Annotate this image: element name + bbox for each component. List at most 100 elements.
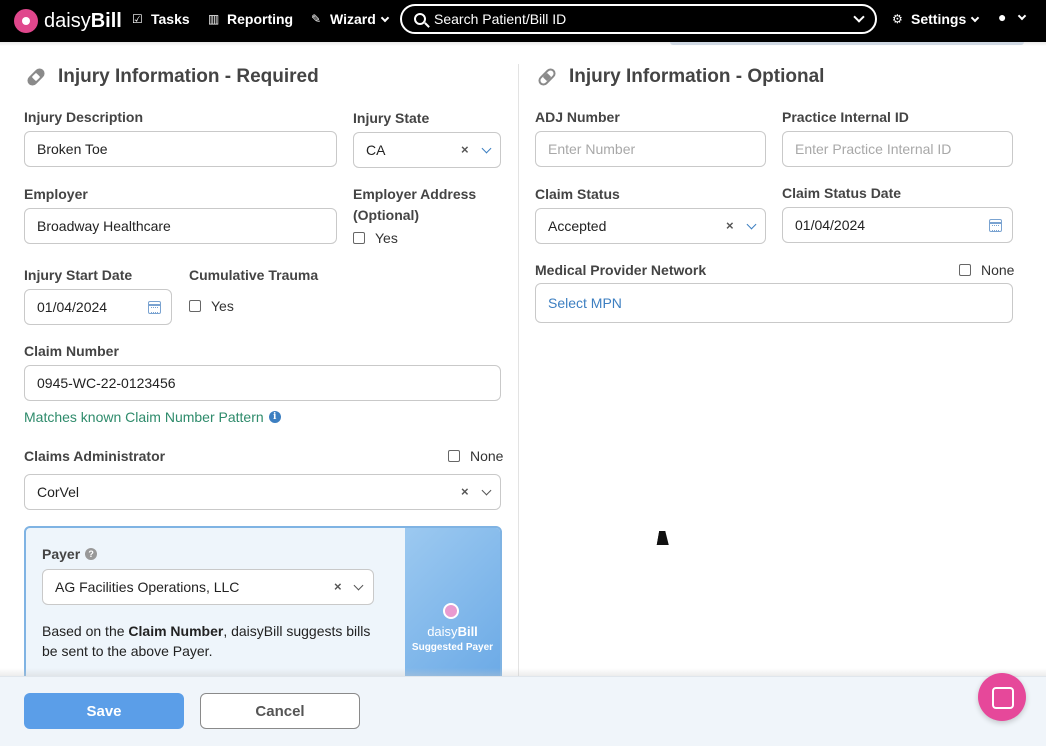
- injury-description-input[interactable]: Broken Toe: [24, 131, 337, 167]
- claim-number-label: Claim Number: [24, 343, 119, 359]
- footer-shadow: [0, 668, 1046, 676]
- mpn-none-checkbox[interactable]: None: [959, 262, 1014, 278]
- user-menu[interactable]: ●: [998, 9, 1027, 25]
- checkbox-box[interactable]: [959, 264, 971, 276]
- bar-chart-icon: ▥: [208, 11, 220, 26]
- mpn-none-label: None: [981, 262, 1015, 278]
- clear-icon[interactable]: ×: [726, 218, 734, 233]
- claims-administrator-select[interactable]: CorVel ×: [24, 474, 501, 510]
- user-circle-icon: ●: [998, 9, 1007, 25]
- adj-number-label: ADJ Number: [535, 109, 620, 125]
- checkbox-box[interactable]: [189, 300, 201, 312]
- practice-internal-id-placeholder: Enter Practice Internal ID: [795, 141, 952, 157]
- mpn-label: Medical Provider Network: [535, 262, 707, 278]
- chevron-down-icon: [970, 13, 980, 22]
- claims-admin-none-checkbox[interactable]: None: [448, 448, 503, 464]
- column-divider: [518, 64, 519, 676]
- claim-status-date-input[interactable]: 01/04/2024: [782, 207, 1013, 243]
- claim-status-select[interactable]: Accepted ×: [535, 208, 766, 244]
- claims-admin-none-label: None: [470, 448, 504, 464]
- logo-text-prefix: daisy: [44, 9, 91, 32]
- cumulative-trauma-label: Cumulative Trauma: [189, 267, 319, 283]
- info-icon[interactable]: i: [268, 411, 281, 423]
- chat-icon[interactable]: [978, 673, 1026, 721]
- injury-start-date-label: Injury Start Date: [24, 267, 133, 283]
- cancel-button[interactable]: Cancel: [200, 693, 360, 729]
- section-title-optional-text: Injury Information - Optional: [569, 66, 825, 87]
- employer-input[interactable]: Broadway Healthcare: [24, 208, 337, 244]
- injury-state-value: CA: [366, 142, 386, 158]
- payer-label-row: Payer ?: [42, 544, 98, 564]
- nav-wizard-label: Wizard: [330, 11, 376, 27]
- section-title-optional: Injury Information - Optional: [536, 66, 825, 88]
- search-input[interactable]: Search Patient/Bill ID: [400, 4, 877, 34]
- claim-number-input[interactable]: 0945-WC-22-0123456: [24, 365, 501, 401]
- daisy-flower-icon: [443, 603, 459, 619]
- nav-tasks[interactable]: ☑ Tasks: [132, 11, 190, 27]
- chevron-down-icon[interactable]: [481, 143, 492, 154]
- mpn-select[interactable]: Select MPN: [535, 283, 1013, 323]
- calendar-icon[interactable]: [989, 219, 1002, 232]
- save-button[interactable]: Save: [24, 693, 184, 729]
- nav-settings-label: Settings: [911, 11, 967, 27]
- section-title-required-text: Injury Information - Required: [58, 66, 319, 87]
- claims-administrator-label: Claims Administrator: [24, 448, 166, 464]
- practice-internal-id-input[interactable]: Enter Practice Internal ID: [782, 131, 1013, 167]
- employer-address-optional-label: (Optional): [353, 207, 420, 223]
- magic-wand-icon: ✎: [311, 11, 322, 26]
- chevron-down-icon[interactable]: [481, 485, 492, 496]
- nav-reporting-label: Reporting: [227, 11, 294, 27]
- chevron-down-icon: [380, 13, 390, 22]
- injury-state-select[interactable]: CA ×: [353, 132, 501, 168]
- suggested-payer-card: Payer ? AG Facilities Operations, LLC × …: [24, 526, 502, 686]
- help-icon[interactable]: ?: [85, 548, 98, 560]
- search-icon: [414, 13, 426, 25]
- employer-address-checkbox[interactable]: Yes: [353, 230, 398, 246]
- claim-status-date-value: 01/04/2024: [795, 217, 866, 233]
- claim-match-text: Matches known Claim Number Pattern: [24, 409, 264, 425]
- injury-description-value: Broken Toe: [37, 141, 108, 157]
- practice-internal-id-label: Practice Internal ID: [782, 109, 909, 125]
- nav-wizard[interactable]: ✎ Wizard: [311, 11, 390, 27]
- nav-settings[interactable]: ⚙ Settings: [892, 11, 980, 27]
- chevron-down-icon: [1017, 11, 1027, 21]
- payer-value: AG Facilities Operations, LLC: [55, 579, 240, 595]
- cumulative-trauma-check-label: Yes: [211, 298, 234, 314]
- claim-number-value: 0945-WC-22-0123456: [37, 375, 176, 391]
- bandage-icon: [25, 66, 47, 88]
- bandage-icon: [536, 66, 558, 88]
- checkbox-icon: ☑: [132, 11, 143, 26]
- chevron-down-icon[interactable]: [853, 11, 865, 23]
- checkbox-box[interactable]: [448, 450, 460, 462]
- gear-icon: ⚙: [892, 11, 903, 26]
- scroll-indicator: [670, 42, 1024, 45]
- injury-state-label: Injury State: [353, 110, 430, 126]
- top-nav: daisyBill ☑ Tasks ▥ Reporting ✎ Wizard S…: [0, 0, 1046, 42]
- clear-icon[interactable]: ×: [334, 579, 342, 594]
- employer-label: Employer: [24, 186, 88, 202]
- suggested-payer-badge: daisyBill Suggested Payer: [405, 528, 500, 684]
- nav-reporting[interactable]: ▥ Reporting: [208, 11, 293, 27]
- adj-number-input[interactable]: Enter Number: [535, 131, 766, 167]
- chevron-down-icon[interactable]: [746, 219, 757, 230]
- payer-select[interactable]: AG Facilities Operations, LLC ×: [42, 569, 374, 605]
- payer-suggestion-text: Based on the Claim Number, daisyBill sug…: [42, 623, 371, 659]
- nav-tasks-label: Tasks: [151, 11, 190, 27]
- suggested-payer-label: Suggested Payer: [411, 642, 494, 653]
- employer-value: Broadway Healthcare: [37, 218, 171, 234]
- clear-icon[interactable]: ×: [461, 142, 469, 157]
- cumulative-trauma-checkbox[interactable]: Yes: [189, 298, 234, 314]
- clear-icon[interactable]: ×: [461, 484, 469, 499]
- chevron-down-icon[interactable]: [353, 580, 364, 591]
- logo-text-suffix: Bill: [90, 9, 122, 32]
- checkbox-box[interactable]: [353, 232, 365, 244]
- suggested-payer-logo-text: daisyBill: [427, 624, 478, 639]
- claim-status-value: Accepted: [548, 218, 607, 234]
- search-placeholder: Search Patient/Bill ID: [434, 11, 567, 27]
- calendar-icon[interactable]: [148, 301, 161, 314]
- mouse-cursor-icon: [656, 531, 672, 545]
- employer-address-label: Employer Address: [353, 186, 477, 202]
- section-title-required: Injury Information - Required: [25, 66, 319, 88]
- injury-start-date-input[interactable]: 01/04/2024: [24, 289, 172, 325]
- daisybill-logo[interactable]: daisyBill: [14, 6, 122, 36]
